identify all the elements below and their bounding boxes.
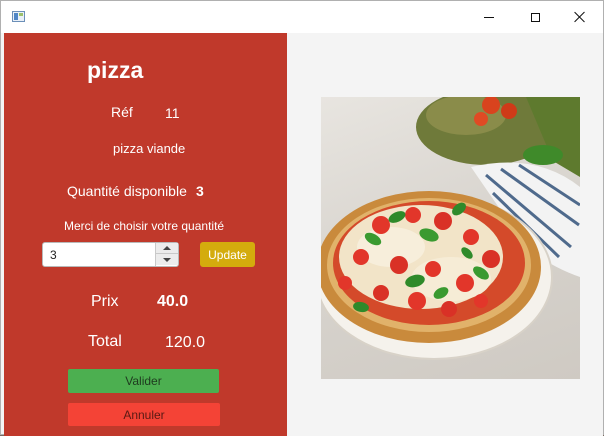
stepper-buttons: [155, 243, 178, 266]
decrement-button[interactable]: [156, 254, 178, 265]
available-quantity-value: 3: [196, 183, 204, 199]
price-label: Prix: [91, 293, 119, 310]
total-value: 120.0: [165, 334, 206, 351]
window-app-icon: [12, 11, 25, 22]
quantity-input[interactable]: [43, 243, 153, 266]
update-button[interactable]: Update: [200, 242, 255, 267]
product-details-panel: pizza Réf 11 pizza viande Quantité dispo…: [4, 33, 287, 436]
chevron-up-icon: [163, 246, 171, 250]
increment-button[interactable]: [156, 243, 178, 254]
minimize-icon: [484, 16, 494, 18]
quantity-stepper: [42, 242, 179, 267]
ref-value: 11: [165, 105, 180, 121]
close-button[interactable]: [557, 1, 603, 33]
maximize-button[interactable]: [512, 1, 558, 33]
title-bar: [1, 1, 603, 33]
chevron-down-icon: [163, 257, 171, 262]
product-name: pizza: [87, 57, 144, 83]
ref-label: Réf: [111, 104, 133, 120]
total-label: Total: [88, 333, 122, 350]
choose-quantity-label: Merci de choisir votre quantité: [64, 219, 225, 233]
minimize-button[interactable]: [466, 1, 512, 33]
product-window: pizza Réf 11 pizza viande Quantité dispo…: [0, 0, 604, 436]
cancel-button[interactable]: Annuler: [68, 403, 220, 426]
validate-button[interactable]: Valider: [68, 369, 219, 393]
close-icon: [574, 11, 586, 23]
pizza-illustration: [321, 97, 580, 360]
product-image-panel: [287, 33, 603, 436]
pizza-photo: [321, 97, 580, 379]
available-quantity-label: Quantité disponible: [67, 183, 187, 199]
product-description: pizza viande: [113, 141, 186, 156]
price-value: 40.0: [157, 293, 189, 310]
maximize-icon: [530, 12, 540, 22]
